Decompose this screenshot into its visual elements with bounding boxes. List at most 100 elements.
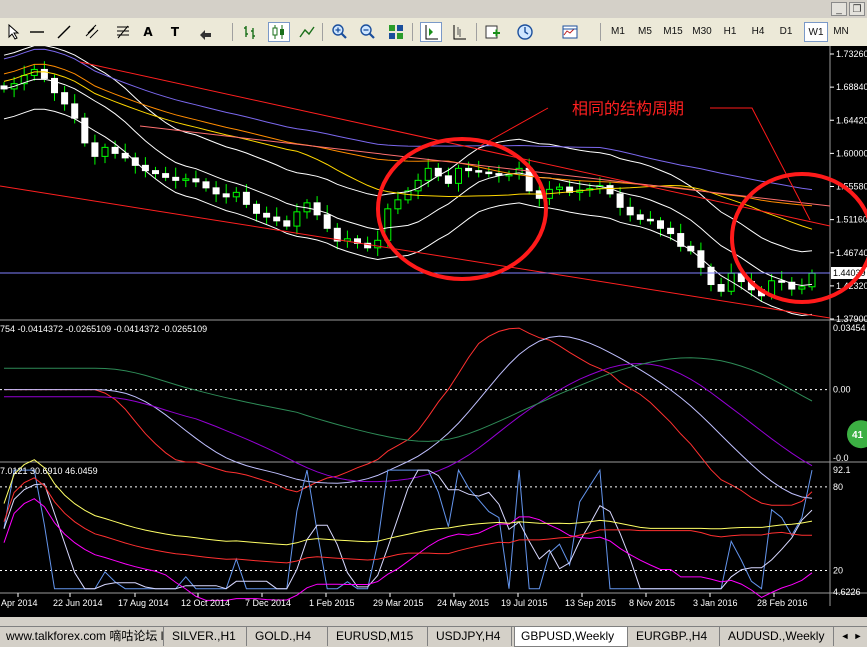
trend-line-upper xyxy=(79,61,831,227)
candle-body xyxy=(212,187,220,195)
macd-axis-label: 0.00 xyxy=(833,385,851,395)
timeframe-h1[interactable]: H1 xyxy=(718,22,742,42)
trendline-tool[interactable] xyxy=(53,22,75,42)
tabs-scroll-left-button[interactable]: ◄ xyxy=(839,629,851,643)
candle-body xyxy=(101,146,109,157)
date-axis-label: 17 Aug 2014 xyxy=(118,598,169,608)
macd-header: 754 -0.0414372 -0.0265109 -0.0414372 -0.… xyxy=(0,324,207,334)
minimize-button[interactable]: _ xyxy=(831,2,847,16)
candle-body xyxy=(556,186,563,190)
timeframe-d1[interactable]: D1 xyxy=(774,22,798,42)
stochastic-axis-label: 20 xyxy=(833,566,843,576)
text-label-tool[interactable]: T xyxy=(164,22,186,42)
fibo-icon xyxy=(117,25,129,39)
candlestick-chart-button[interactable] xyxy=(268,22,290,42)
restore-button[interactable]: ❐ xyxy=(849,2,865,16)
date-axis-label: 28 Feb 2016 xyxy=(757,598,808,608)
chart-tabs: www.talkforex.com 嘀咕论坛 ly SILVER.,H1 GOLD.… xyxy=(0,626,867,647)
stochastic-header: 7.0121 30.6910 46.0459 xyxy=(0,466,98,476)
candle-body xyxy=(81,117,89,144)
price-axis-label: 1.73260 xyxy=(836,49,867,59)
text-tool[interactable]: A xyxy=(137,22,159,42)
chart-tab[interactable]: GBPUSD,Weekly xyxy=(514,627,628,647)
candle-body xyxy=(232,191,240,198)
cursor-tool[interactable] xyxy=(4,22,26,42)
stochastic-yellow-line xyxy=(3,459,813,546)
candle-body xyxy=(465,167,473,172)
stochastic-axis-label: 4.6226 xyxy=(833,587,861,597)
title-strip: _ ❐ xyxy=(0,0,867,18)
macd-signal-line xyxy=(4,335,813,499)
candle-body xyxy=(636,214,644,220)
periods-button[interactable] xyxy=(514,22,536,42)
candle-body xyxy=(242,191,250,205)
text-label-icon: T xyxy=(170,25,180,39)
chart-tab[interactable]: USDJPY,H4 xyxy=(430,627,512,646)
macd-purple-line xyxy=(4,362,813,483)
candle-body xyxy=(626,206,634,216)
bollinger-lower-line xyxy=(3,108,813,317)
timeframe-m1[interactable]: M1 xyxy=(606,22,630,42)
hline-tool[interactable] xyxy=(26,22,48,42)
tile-windows-button[interactable] xyxy=(385,22,407,42)
trendline-icon xyxy=(57,25,71,39)
timeframe-m5[interactable]: M5 xyxy=(633,22,657,42)
indicator-badge-label: 41 xyxy=(852,430,864,441)
stochastic-axis-label: 92.1 xyxy=(833,465,851,475)
candle-body xyxy=(394,199,402,210)
chart-tab[interactable]: AUDUSD.,Weekly xyxy=(722,627,834,646)
date-axis-label: 29 Mar 2015 xyxy=(373,598,424,608)
channel-tool[interactable] xyxy=(82,22,104,42)
zoom-in-icon xyxy=(332,24,347,39)
toolbar-separator xyxy=(476,23,477,41)
bollinger-middle-line xyxy=(3,78,813,287)
date-axis-label: 1 Feb 2015 xyxy=(309,598,355,608)
templates-button[interactable] xyxy=(559,22,581,42)
candle-body xyxy=(40,68,48,79)
chart-tab[interactable]: EURGBP.,H4 xyxy=(630,627,720,646)
chart-tab[interactable]: GOLD.,H4 xyxy=(249,627,328,646)
hline-icon xyxy=(30,31,44,33)
timeframe-m15[interactable]: M15 xyxy=(661,22,685,42)
date-axis-label: 24 May 2015 xyxy=(437,598,489,608)
price-axis-label: 1.64420 xyxy=(836,115,867,125)
toolbar-separator xyxy=(600,23,601,41)
candle-body xyxy=(71,103,79,119)
chart-tab[interactable]: SILVER.,H1 xyxy=(166,627,247,646)
candle-body xyxy=(273,216,281,222)
bar-chart-button[interactable] xyxy=(240,22,262,42)
timeframe-m30[interactable]: M30 xyxy=(690,22,714,42)
fibo-tool[interactable] xyxy=(112,22,134,42)
line-chart-icon xyxy=(299,26,315,38)
arrows-tool[interactable] xyxy=(195,22,217,42)
candle-body xyxy=(485,171,493,175)
candle-body xyxy=(667,227,675,235)
chart-tab[interactable]: EURUSD,M15 xyxy=(330,627,428,646)
date-axis-label: 13 Sep 2015 xyxy=(565,598,616,608)
candle-body xyxy=(495,173,503,176)
timeframe-h4[interactable]: H4 xyxy=(746,22,770,42)
chart-tab[interactable]: www.talkforex.com 嘀咕论坛 ly xyxy=(0,627,164,646)
tabs-scroll-right-button[interactable]: ► xyxy=(852,629,864,643)
date-axis-label: 22 Jun 2014 xyxy=(53,598,103,608)
text-icon: A xyxy=(143,25,153,39)
zoom-in-button[interactable] xyxy=(329,22,351,42)
timeframe-mn[interactable]: MN xyxy=(829,22,853,42)
zoom-out-button[interactable] xyxy=(357,22,379,42)
moving-average-blue-line xyxy=(3,48,813,191)
candle-body xyxy=(424,167,432,181)
line-chart-button[interactable] xyxy=(296,22,318,42)
indicators-button[interactable] xyxy=(482,22,504,42)
candlestick-icon xyxy=(272,25,284,39)
moving-average-orange-line xyxy=(3,63,813,207)
toolbar-separator xyxy=(322,23,323,41)
chart-area[interactable]: 1.440391.732601.688401.644201.600001.555… xyxy=(0,46,867,617)
timeframe-w1[interactable]: W1 xyxy=(804,22,828,42)
candle-body xyxy=(646,218,654,222)
autoscroll-button[interactable] xyxy=(448,22,470,42)
window-controls: _ ❐ xyxy=(831,2,865,16)
toolbar-separator xyxy=(232,23,233,41)
macd-axis-label: 0.03454 xyxy=(833,323,866,333)
chart-shift-button[interactable] xyxy=(420,22,442,42)
stochastic-axis-label: 80 xyxy=(833,482,843,492)
